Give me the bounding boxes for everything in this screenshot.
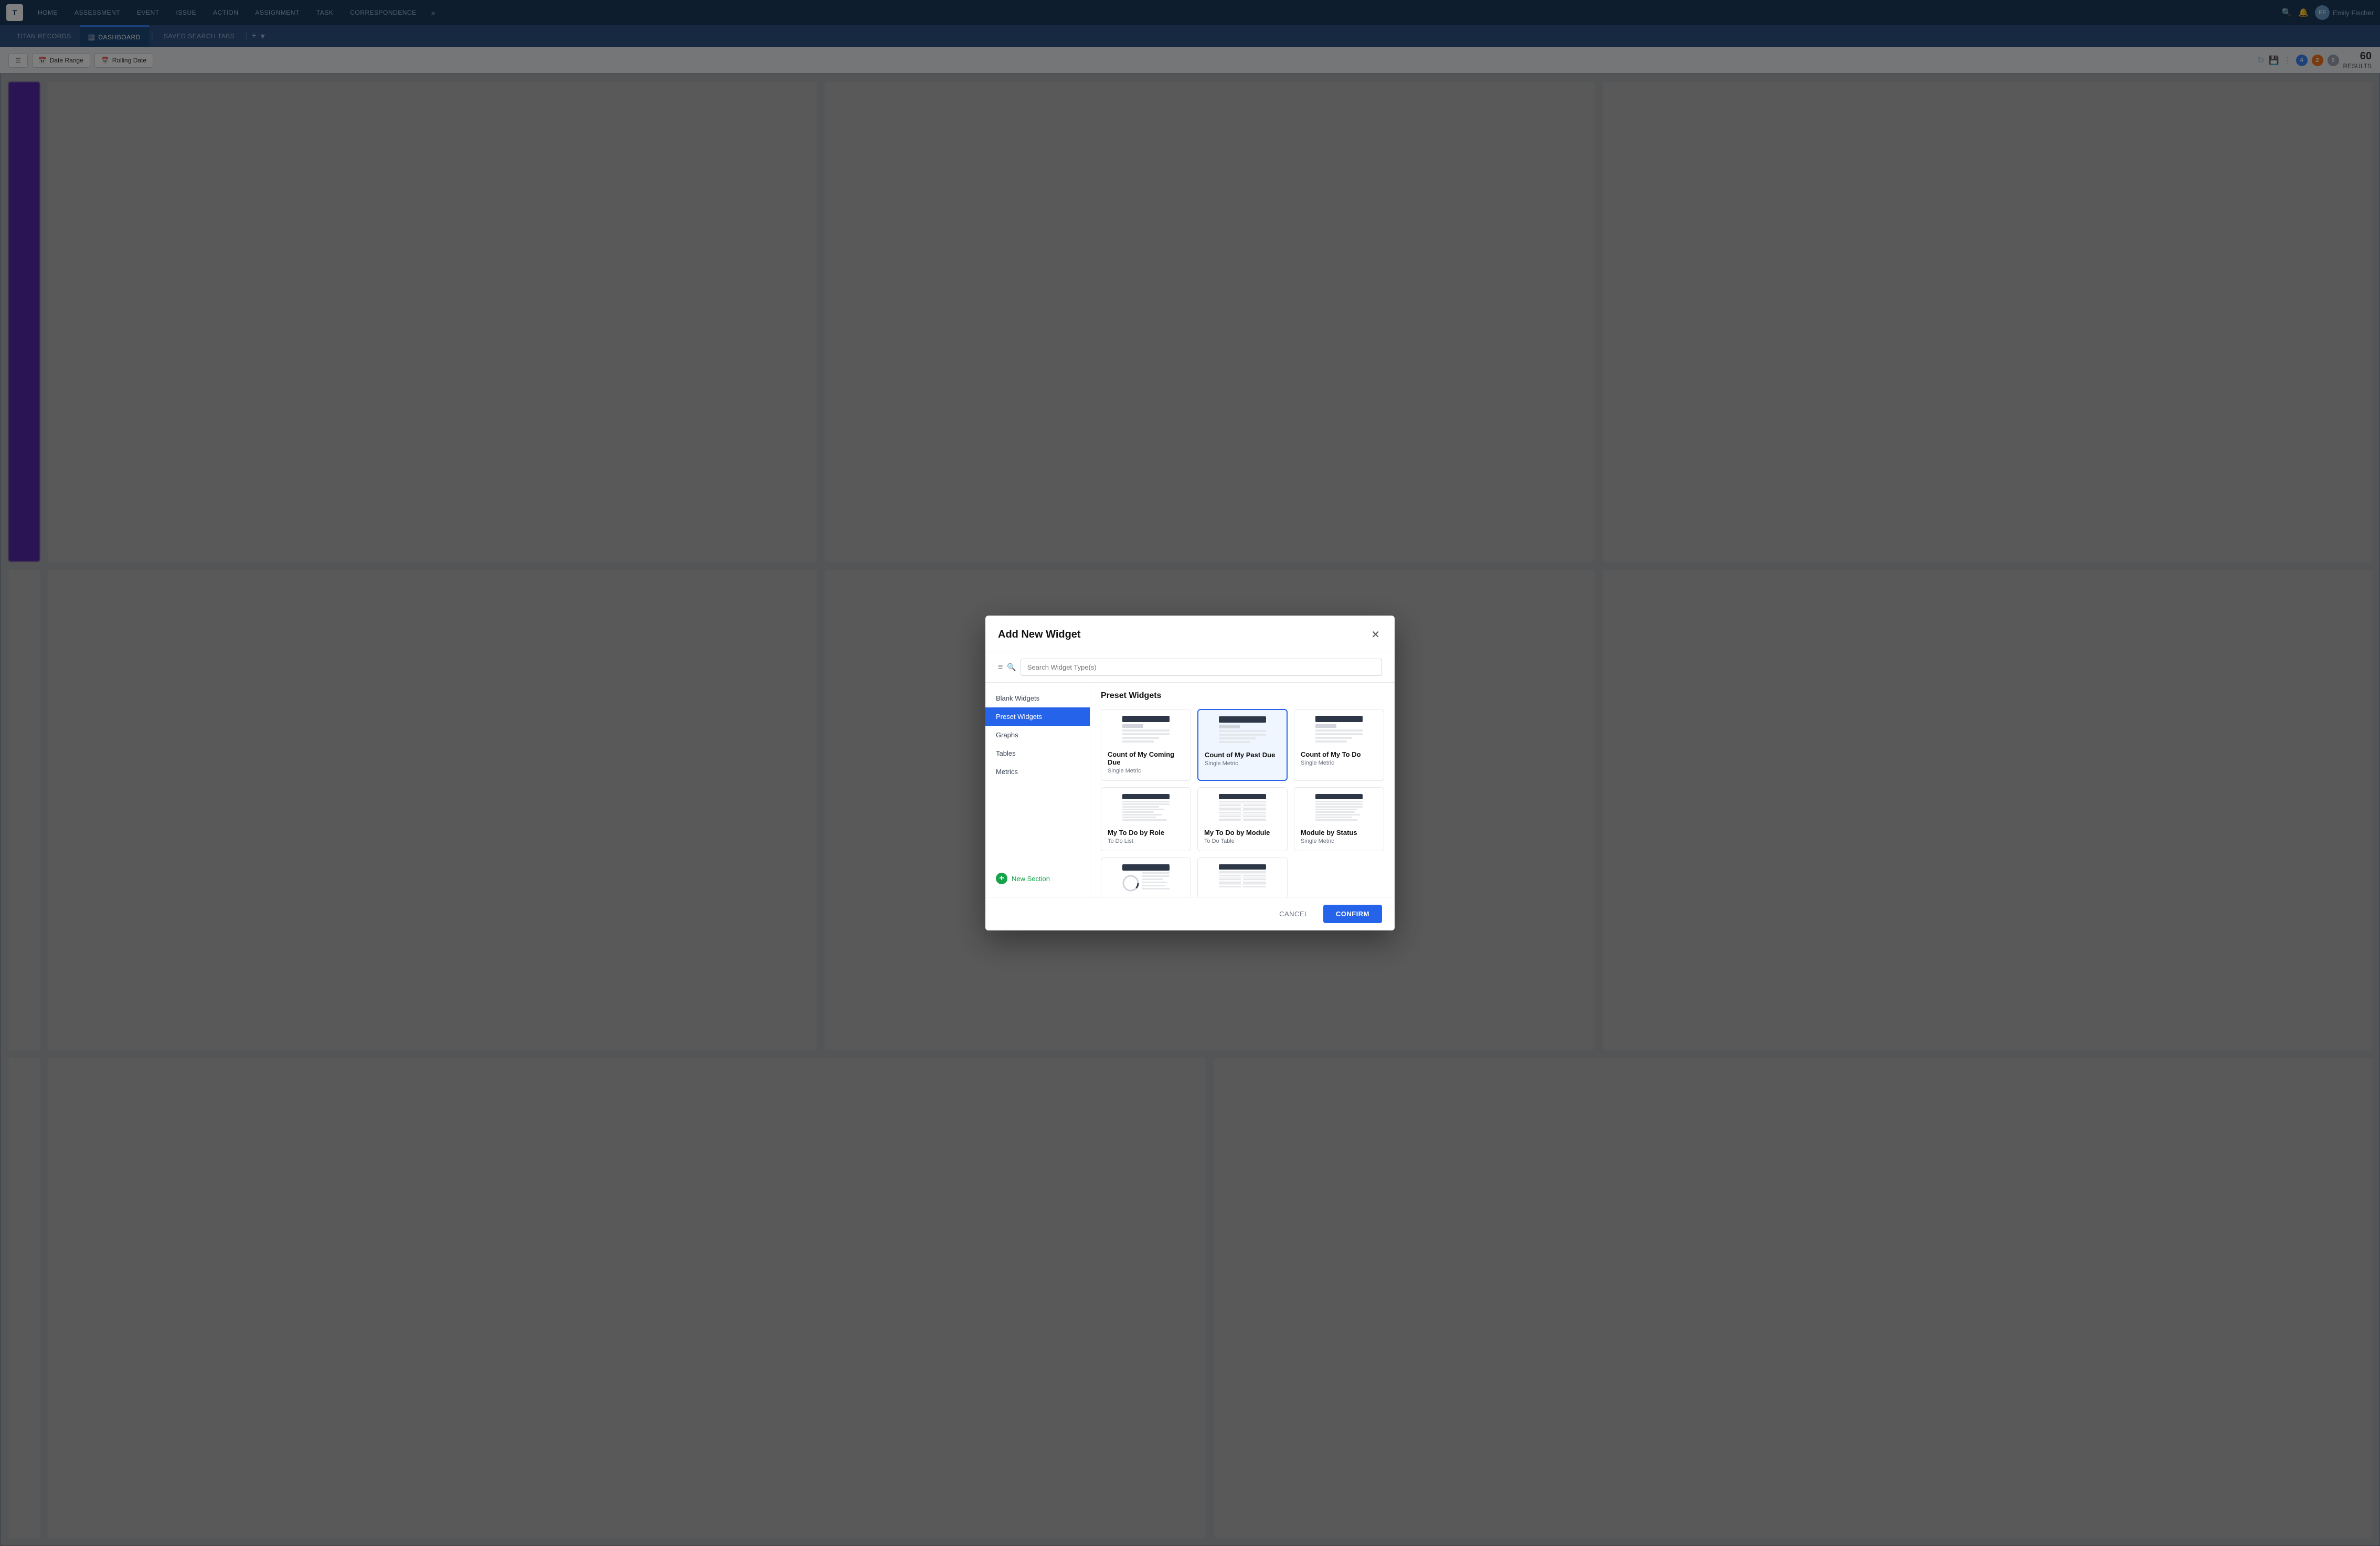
widget-name: Count of My To Do: [1301, 750, 1377, 758]
widget-name: Module by Status: [1301, 829, 1377, 836]
modal-header: Add New Widget ✕: [985, 616, 1395, 652]
widget-type: To Do List: [1108, 838, 1184, 844]
new-section-button[interactable]: + New Section: [985, 866, 1090, 891]
sidebar-blank-widgets[interactable]: Blank Widgets: [985, 689, 1090, 707]
close-button[interactable]: ✕: [1369, 626, 1382, 643]
widget-to-do-by-module[interactable]: To Do by Module: [1101, 857, 1191, 897]
widget-count-past-due[interactable]: Count of My Past Due Single Metric: [1197, 709, 1288, 781]
sidebar-metrics[interactable]: Metrics: [985, 763, 1090, 781]
widget-type: Single Metric: [1301, 760, 1377, 766]
widget-name: Count of My Coming Due: [1108, 750, 1184, 766]
widget-type: Single Metric: [1301, 838, 1377, 844]
sidebar-tables[interactable]: Tables: [985, 744, 1090, 763]
widget-preview: [1108, 864, 1184, 894]
sidebar-graphs[interactable]: Graphs: [985, 726, 1090, 744]
modal-footer: CANCEL CONFIRM: [985, 897, 1395, 930]
widgets-grid: Count of My Coming Due Single Metric: [1101, 709, 1384, 897]
modal-sidebar: Blank Widgets Preset Widgets Graphs Tabl…: [985, 683, 1090, 897]
confirm-button[interactable]: CONFIRM: [1323, 905, 1382, 923]
section-title: Preset Widgets: [1101, 691, 1384, 701]
filter-icon[interactable]: ≡: [998, 663, 1003, 672]
widget-type: To Do Table: [1204, 838, 1281, 844]
new-section-icon: +: [996, 873, 1007, 884]
modal-title: Add New Widget: [998, 629, 1081, 641]
modal-body: Blank Widgets Preset Widgets Graphs Tabl…: [985, 683, 1395, 897]
widget-preview: [1301, 794, 1377, 823]
widget-name: My To Do by Module: [1204, 829, 1281, 836]
widget-count-coming-due[interactable]: Count of My Coming Due Single Metric: [1101, 709, 1191, 781]
modal-content-area: Preset Widgets: [1090, 683, 1395, 897]
widget-preview: [1108, 794, 1184, 823]
modal-overlay: Add New Widget ✕ ≡ 🔍 Blank Widgets Prese…: [0, 73, 2380, 1546]
widget-type: Single Metric: [1108, 768, 1184, 774]
widget-preview: [1205, 716, 1280, 746]
cancel-button[interactable]: CANCEL: [1271, 906, 1317, 922]
new-section-label: New Section: [1012, 875, 1050, 883]
widget-module-status[interactable]: Module by Status Single Metric: [1294, 787, 1384, 851]
widget-preview: [1301, 716, 1377, 745]
widget-count-to-do[interactable]: Count of My To Do Single Metric: [1294, 709, 1384, 781]
widget-name: My To Do by Role: [1108, 829, 1184, 836]
sidebar-preset-widgets[interactable]: Preset Widgets: [985, 707, 1090, 726]
search-icon: 🔍: [1007, 663, 1016, 672]
widget-preview: [1204, 864, 1281, 894]
main-content: Add New Widget ✕ ≡ 🔍 Blank Widgets Prese…: [0, 73, 2380, 1546]
add-widget-modal: Add New Widget ✕ ≡ 🔍 Blank Widgets Prese…: [985, 616, 1395, 930]
widget-to-do-role[interactable]: My To Do by Role To Do List: [1101, 787, 1191, 851]
widget-name: Count of My Past Due: [1205, 751, 1280, 759]
widget-coming-due-employee[interactable]: Coming Due by Employee: [1197, 857, 1288, 897]
search-input[interactable]: [1021, 659, 1382, 676]
widget-to-do-module[interactable]: My To Do by Module To Do Table: [1197, 787, 1288, 851]
widget-preview: [1204, 794, 1281, 823]
modal-search-bar: ≡ 🔍: [985, 652, 1395, 683]
widget-type: Single Metric: [1205, 760, 1280, 767]
widget-preview: [1108, 716, 1184, 745]
